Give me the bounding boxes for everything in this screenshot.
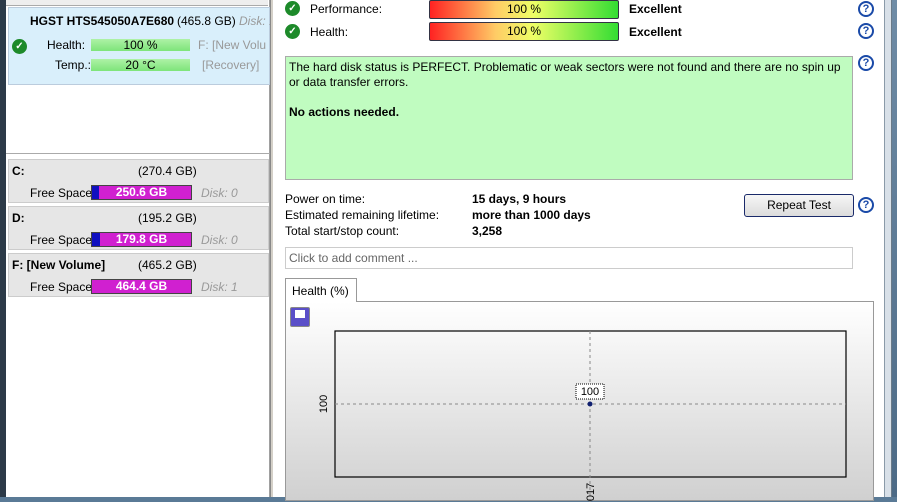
free-space-label: Free Space: [30, 233, 93, 247]
x-tick-label: 017: [585, 483, 597, 501]
temp-value: 20 °C: [91, 59, 190, 71]
performance-rating: Excellent: [629, 2, 682, 16]
health-label: Health:: [310, 25, 349, 39]
divider: [6, 153, 270, 154]
free-space-bar: 250.6 GB: [91, 185, 192, 200]
temp-label: Temp.:: [55, 58, 92, 72]
lifetime-label: Estimated remaining lifetime:: [285, 208, 440, 222]
comment-input[interactable]: Click to add comment ...: [285, 247, 853, 269]
help-icon[interactable]: ?: [858, 55, 874, 71]
check-icon: ✓: [12, 39, 27, 54]
data-point: [587, 401, 593, 407]
action-text: No actions needed.: [289, 105, 400, 119]
volume-name: F: [New Volume]: [12, 258, 106, 272]
free-space-bar: 179.8 GB: [91, 232, 192, 247]
y-tick-label: 100: [318, 395, 330, 413]
disk-item[interactable]: HGST HTS545050A7E680 (465.8 GB) Disk: 1 …: [8, 7, 276, 85]
volume-disk: Disk: 0: [201, 186, 238, 200]
lifetime-value: more than 1000 days: [472, 208, 591, 222]
tab-health[interactable]: Health (%): [285, 278, 357, 302]
volume-item[interactable]: C: (270.4 GB) Free Space 250.6 GB Disk: …: [8, 159, 269, 203]
help-icon[interactable]: ?: [858, 1, 874, 17]
health-chart: 100 100 017: [318, 330, 847, 502]
performance-label: Performance:: [310, 2, 383, 16]
point-label: 100: [581, 386, 599, 398]
disk-name: HGST HTS545050A7E680: [30, 14, 175, 28]
volume-size: (195.2 GB): [138, 211, 197, 225]
check-icon: ✓: [285, 24, 300, 39]
health-value: 100 %: [91, 39, 190, 51]
startstop-value: 3,258: [472, 224, 503, 238]
health-label: Health:: [47, 38, 86, 52]
help-icon[interactable]: ?: [858, 197, 874, 213]
volume-name: D:: [12, 211, 25, 225]
volume-name: C:: [12, 164, 25, 178]
top-strip: [6, 0, 268, 6]
window-border: [884, 0, 892, 497]
status-text: The hard disk status is PERFECT. Problem…: [289, 60, 841, 89]
desktop-background: [892, 0, 897, 497]
volume-disk: Disk: 1: [201, 280, 238, 294]
help-icon[interactable]: ?: [858, 23, 874, 39]
partition-recovery: [Recovery]: [202, 58, 260, 72]
power-on-label: Power on time:: [285, 192, 366, 206]
power-on-value: 15 days, 9 hours: [472, 192, 567, 206]
performance-bar: 100 %: [429, 0, 619, 19]
repeat-test-button[interactable]: Repeat Test: [744, 194, 854, 217]
free-space-label: Free Space: [30, 280, 93, 294]
chart-area: 100 100 017: [285, 301, 874, 502]
partition-f: F: [New Volu: [198, 38, 267, 52]
details-panel: ✓ Performance: 100 % Excellent ? ✓ Healt…: [273, 0, 884, 502]
volume-size: (270.4 GB): [138, 164, 197, 178]
check-icon: ✓: [285, 1, 300, 16]
volume-item[interactable]: F: [New Volume] (465.2 GB) Free Space 46…: [8, 253, 269, 297]
health-rating: Excellent: [629, 25, 682, 39]
health-bar: 100 %: [429, 22, 619, 41]
free-space-label: Free Space: [30, 186, 93, 200]
status-message: The hard disk status is PERFECT. Problem…: [285, 56, 853, 180]
volume-disk: Disk: 0: [201, 233, 238, 247]
volume-item[interactable]: D: (195.2 GB) Free Space 179.8 GB Disk: …: [8, 206, 269, 250]
disk-list-panel: HGST HTS545050A7E680 (465.8 GB) Disk: 1 …: [6, 0, 276, 497]
free-space-bar: 464.4 GB: [91, 279, 192, 294]
startstop-label: Total start/stop count:: [285, 224, 400, 238]
volume-size: (465.2 GB): [138, 258, 197, 272]
disk-size: (465.8 GB): [177, 14, 236, 28]
